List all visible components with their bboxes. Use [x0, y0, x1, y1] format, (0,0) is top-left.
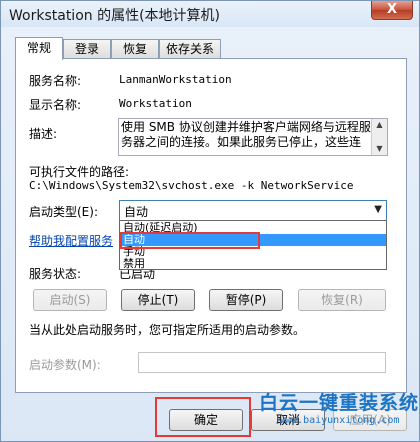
- watermark-title: 白云一键重装系统: [259, 392, 420, 414]
- startup-type-select[interactable]: 自动 ▼: [119, 200, 387, 221]
- tab-general[interactable]: 常规: [15, 37, 63, 60]
- description-text: 使用 SMB 协议创建并维护客户端网络与远程服务器之间的连接。如果此服务已停止，…: [121, 120, 371, 149]
- chevron-down-icon[interactable]: ▼: [374, 204, 382, 215]
- tab-recovery[interactable]: 恢复: [111, 39, 159, 59]
- display-name-value: Workstation: [119, 97, 192, 110]
- service-name-label: 服务名称:: [29, 74, 82, 88]
- watermark-url: www.baiyunxitong.com: [279, 415, 400, 426]
- resume-button[interactable]: 恢复(R): [298, 289, 386, 311]
- startup-type-label: 启动类型(E):: [29, 205, 98, 219]
- start-params-input[interactable]: [138, 352, 386, 373]
- window-title: Workstation 的属性(本地计算机): [9, 8, 221, 24]
- properties-dialog: Workstation 的属性(本地计算机) X 常规 登录 恢复 依存关系 服…: [0, 0, 420, 442]
- highlight-box-ok: [155, 397, 251, 437]
- pause-button[interactable]: 暂停(P): [209, 289, 283, 311]
- scroll-up-icon[interactable]: ▲: [372, 119, 387, 131]
- option-disabled[interactable]: 禁用: [120, 258, 386, 270]
- exe-path-label: 可执行文件的路径:: [29, 165, 130, 179]
- close-button[interactable]: X: [371, 1, 413, 20]
- tab-dependencies[interactable]: 依存关系: [159, 39, 221, 59]
- help-link[interactable]: 帮助我配置服务: [29, 232, 113, 249]
- description-scrollbar[interactable]: ▲ ▼: [371, 119, 387, 155]
- description-box[interactable]: 使用 SMB 协议创建并维护客户端网络与远程服务器之间的连接。如果此服务已停止，…: [118, 118, 388, 156]
- display-name-label: 显示名称:: [29, 98, 82, 112]
- close-icon: X: [386, 2, 398, 17]
- title-bar: Workstation 的属性(本地计算机) X: [1, 1, 419, 27]
- scroll-down-icon[interactable]: ▼: [372, 143, 387, 155]
- tab-logon[interactable]: 登录: [63, 39, 111, 59]
- stop-button[interactable]: 停止(T): [121, 289, 195, 311]
- exe-path-value: C:\Windows\System32\svchost.exe -k Netwo…: [29, 179, 354, 192]
- startup-type-value: 自动: [124, 205, 149, 219]
- start-params-label: 启动参数(M):: [29, 358, 101, 372]
- start-hint: 当从此处启动服务时，您可指定所适用的启动参数。: [29, 323, 306, 337]
- service-status-label: 服务状态:: [29, 267, 82, 281]
- description-label: 描述:: [29, 127, 58, 141]
- highlight-box-option: [120, 232, 260, 249]
- start-button[interactable]: 启动(S): [33, 289, 107, 311]
- service-name-value: LanmanWorkstation: [119, 73, 232, 86]
